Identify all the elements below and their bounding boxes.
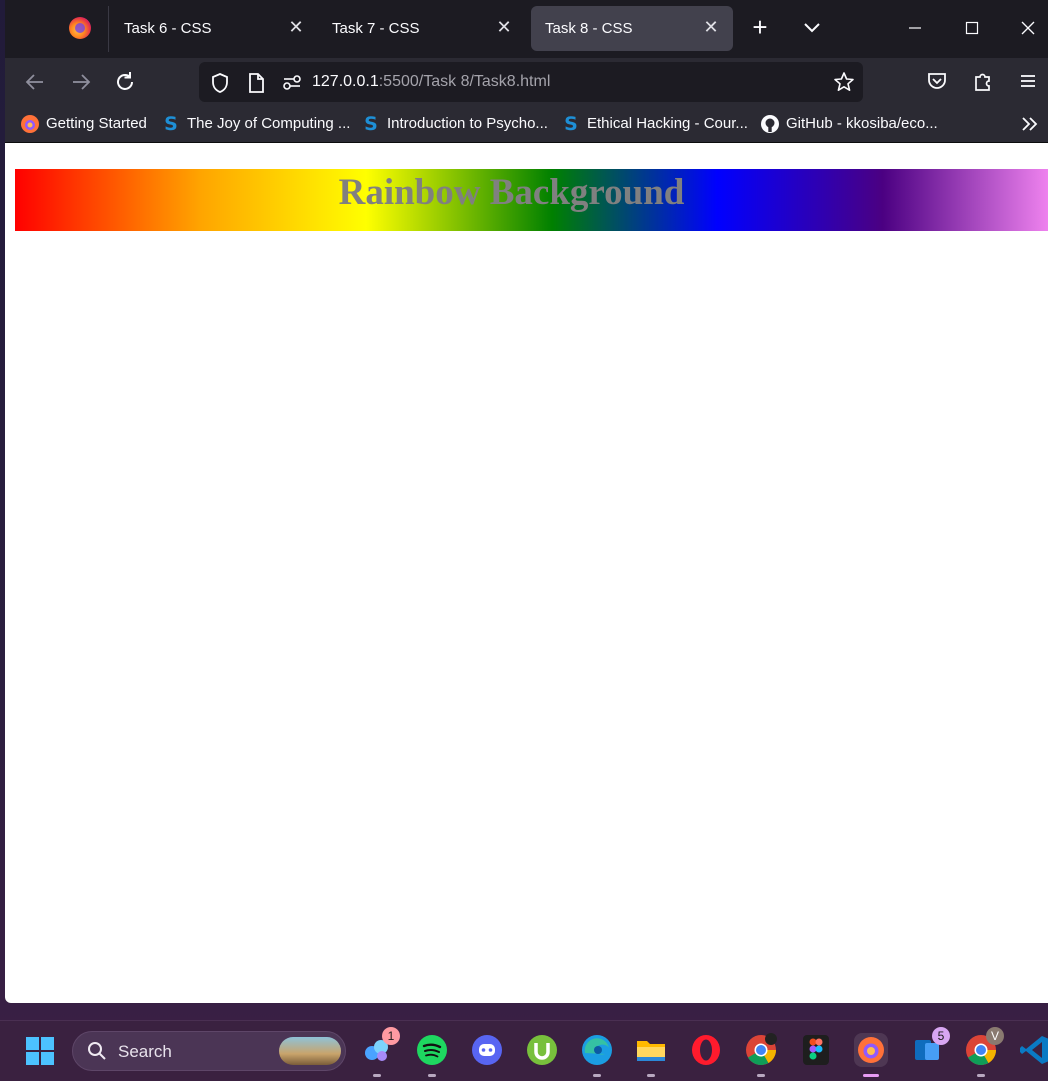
extensions-button[interactable] [970,68,996,94]
search-highlight-image [279,1037,341,1065]
figma-glyph [803,1035,829,1065]
github-icon [761,115,779,133]
spotify-glyph [417,1035,447,1065]
running-indicator [757,1074,765,1077]
arrow-right-icon [73,74,91,90]
bookmarks-toolbar: Getting Started S The Joy of Computing .… [5,106,1048,143]
running-indicator [647,1074,655,1077]
address-bar[interactable]: 127.0.0.1:5500/Task 8/Task8.html [199,62,863,102]
tab-title: Task 6 - CSS [124,20,212,37]
permissions-icon[interactable] [281,72,303,94]
pocket-icon [928,73,946,89]
edge-glyph [582,1035,612,1065]
bookmark-label: Getting Started [46,115,147,132]
discord-icon[interactable] [470,1033,504,1067]
chrome-profile-icon[interactable]: V [964,1027,1004,1077]
tab-task-7[interactable]: Task 7 - CSS ✕ [318,6,526,51]
close-icon [1021,21,1035,35]
page-content: Rainbow Background [5,143,1048,1003]
close-tab-icon[interactable]: ✕ [286,17,306,37]
bookmark-label: Introduction to Psycho... [387,115,548,132]
chevron-double-right-icon [1022,117,1038,131]
tab-title: Task 8 - CSS [545,20,633,37]
page-icon[interactable] [245,72,267,94]
url-path: :5500/Task 8/Task8.html [378,73,551,90]
close-tab-icon[interactable]: ✕ [701,17,721,37]
taskbar: Search 1 5 V [0,1020,1048,1081]
swayam-icon: S [564,113,578,135]
pocket-button[interactable] [924,68,950,94]
new-tab-button[interactable]: + [746,14,774,42]
bookmark-label: Ethical Hacking - Cour... [587,115,748,132]
file-explorer-icon[interactable] [634,1033,668,1077]
tab-strip: Task 6 - CSS ✕ Task 7 - CSS ✕ Task 8 - C… [5,0,1048,58]
running-indicator [863,1074,879,1077]
firefox-icon[interactable] [854,1033,888,1077]
bookmark-star-icon[interactable] [833,71,855,93]
rainbow-heading: Rainbow Background [15,169,1048,231]
edge-icon[interactable] [580,1033,614,1077]
notification-badge: 1 [382,1027,400,1045]
minimize-icon [909,27,921,29]
shield-icon[interactable] [209,72,231,94]
opera-glyph [692,1035,720,1065]
minimize-button[interactable] [900,14,930,42]
swayam-icon: S [164,113,178,135]
url-text[interactable]: 127.0.0.1:5500/Task 8/Task8.html [312,73,550,91]
close-tab-icon[interactable]: ✕ [494,17,514,37]
maximize-icon [965,21,979,35]
tab-separator [108,6,109,52]
search-icon [88,1042,106,1060]
windows-logo-icon [26,1037,54,1065]
start-button[interactable] [24,1035,56,1067]
url-host: 127.0.0.1 [312,73,379,90]
spotify-icon[interactable] [415,1033,449,1077]
firefox-icon [21,115,39,133]
profile-badge: V [986,1027,1004,1045]
firefox-view-icon[interactable] [69,17,91,39]
close-window-button[interactable] [1013,14,1043,42]
more-bookmarks-button[interactable] [1019,114,1041,134]
tab-task-6[interactable]: Task 6 - CSS ✕ [110,6,318,51]
browser-window: Task 6 - CSS ✕ Task 7 - CSS ✕ Task 8 - C… [5,0,1048,1003]
notification-badge: 5 [932,1027,950,1045]
menu-button[interactable] [1015,68,1041,94]
swayam-icon: S [364,113,378,135]
firefox-glyph [858,1037,884,1063]
running-indicator [593,1074,601,1077]
hamburger-menu-icon [1021,75,1035,87]
search-label: Search [118,1042,172,1061]
running-indicator [373,1074,381,1077]
forward-button[interactable] [67,68,95,96]
maximize-button[interactable] [957,14,987,42]
opera-icon[interactable] [689,1033,723,1067]
discord-glyph [472,1035,502,1065]
running-indicator [428,1074,436,1077]
chrome-glyph [746,1033,777,1066]
chrome-icon[interactable] [744,1033,778,1077]
reload-icon [117,72,133,90]
reload-button[interactable] [111,68,139,96]
vscode-glyph [1020,1036,1048,1064]
list-all-tabs-button[interactable] [798,14,826,42]
bookmark-label: The Joy of Computing ... [187,115,351,132]
copilot-icon[interactable]: 1 [360,1027,400,1077]
bookmark-label: GitHub - kkosiba/eco... [786,115,938,132]
tab-task-8[interactable]: Task 8 - CSS ✕ [531,6,733,51]
back-button[interactable] [21,68,49,96]
teams-icon[interactable]: 5 [910,1027,950,1067]
chevron-down-icon [804,23,820,33]
figma-icon[interactable] [799,1033,833,1067]
taskbar-search[interactable]: Search [72,1031,346,1071]
running-indicator [977,1074,985,1077]
vscode-icon[interactable] [1018,1033,1048,1067]
navigation-toolbar: 127.0.0.1:5500/Task 8/Task8.html [5,58,1048,106]
tab-title: Task 7 - CSS [332,20,420,37]
puzzle-icon [975,73,990,91]
utorrent-glyph [527,1035,557,1065]
folder-glyph [637,1041,665,1061]
utorrent-icon[interactable] [525,1033,559,1067]
arrow-left-icon [25,74,43,90]
